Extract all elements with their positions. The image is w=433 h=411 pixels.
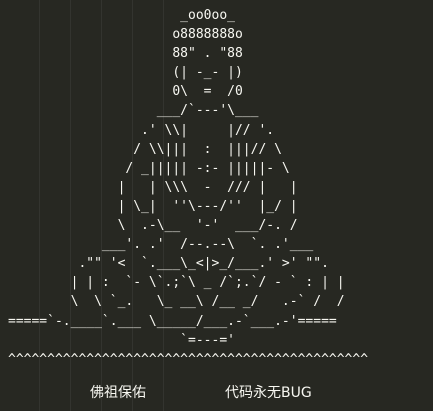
code-line: 88" . "88 xyxy=(8,46,243,62)
code-line: _oo0oo_ xyxy=(8,8,235,23)
code-line: | | : `- \`.;`\ _ /`;.`/ - ` : | | xyxy=(8,275,345,291)
code-line: \ .-\__ '-' ___/-. / xyxy=(8,218,298,234)
footer-line: 佛祖保佑 代码永无BUG xyxy=(0,380,433,404)
code-line: (| -_- |) xyxy=(8,65,243,81)
code-line: 0\ = /0 xyxy=(8,84,243,100)
code-line: | \_| ''\---/'' |_/ | xyxy=(8,198,298,214)
code-line: | | \\\ - /// | | xyxy=(8,179,298,195)
code-line: / _||||| -:- |||||- \ xyxy=(8,160,290,176)
ascii-art-buddha: _oo0oo_ o8888888o 88" . "88 (| -_- |) 0\… xyxy=(8,6,368,369)
code-line: =====`-.____`.___ \_____/___.-`___.-'===… xyxy=(8,313,337,329)
code-line: ___/`---'\___ xyxy=(8,103,259,119)
code-line: `=---=' xyxy=(8,332,235,348)
code-line: / \\||| : |||// \ xyxy=(8,141,282,157)
blessing-text: 佛祖保佑 xyxy=(90,385,146,401)
bug-free-text: 代码永无BUG xyxy=(225,385,312,401)
code-line: ___'. .' /--.--\ `. .'___ xyxy=(8,237,314,253)
code-line: ."" '< `.___\_<|>_/___.' >' "". xyxy=(8,256,329,272)
code-line: \ \ `_. \_ __\ /__ _/ .-` / / xyxy=(8,294,345,310)
code-line: ^^^^^^^^^^^^^^^^^^^^^^^^^^^^^^^^^^^^^^^^… xyxy=(8,351,369,367)
code-line: .' \\| |// '. xyxy=(8,122,275,138)
code-line: o8888888o xyxy=(8,27,243,43)
code-editor[interactable]: _oo0oo_ o8888888o 88" . "88 (| -_- |) 0\… xyxy=(0,0,433,411)
